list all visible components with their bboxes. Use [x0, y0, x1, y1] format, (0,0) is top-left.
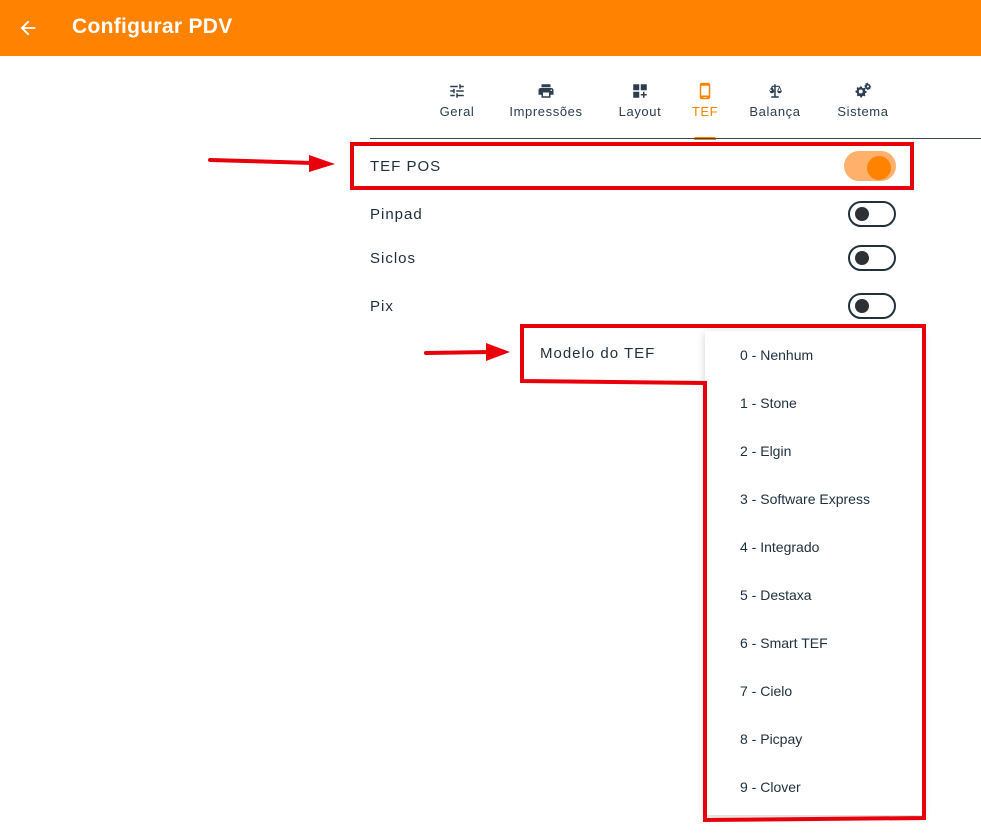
page-title: Configurar PDV	[72, 15, 233, 38]
setting-pinpad: Pinpad	[370, 196, 896, 232]
tab-geral[interactable]: Geral	[438, 82, 476, 140]
setting-pix: Pix	[370, 288, 896, 324]
tab-label: Sistema	[837, 104, 889, 119]
tef-model-option[interactable]: 3 - Software Express	[705, 475, 923, 523]
back-button[interactable]	[12, 12, 44, 44]
tab-label: Balança	[749, 104, 801, 119]
tef-model-option[interactable]: 8 - Picpay	[705, 715, 923, 763]
tab-impressoes[interactable]: Impressões	[506, 82, 586, 140]
gears-icon	[855, 82, 872, 98]
tef-model-option[interactable]: 5 - Destaxa	[705, 571, 923, 619]
toggle-knob	[855, 299, 869, 313]
annotation-arrow-icon	[424, 343, 510, 361]
tef-model-option[interactable]: 7 - Cielo	[705, 667, 923, 715]
dashboard-add-icon	[633, 84, 647, 98]
toggle-knob	[855, 207, 869, 221]
tef-model-option[interactable]: 6 - Smart TEF	[705, 619, 923, 667]
arrow-left-icon	[20, 20, 36, 36]
siclos-toggle[interactable]	[848, 245, 896, 271]
pix-toggle[interactable]	[848, 293, 896, 319]
tef-model-dropdown: 0 - Nenhum 1 - Stone 2 - Elgin 3 - Softw…	[705, 331, 923, 815]
setting-label: Siclos	[370, 249, 417, 267]
tef-pos-toggle[interactable]	[844, 151, 896, 181]
tab-tef[interactable]: TEF	[692, 82, 718, 140]
setting-label: Pix	[370, 297, 394, 315]
tab-label: TEF	[691, 104, 719, 119]
tab-sistema[interactable]: Sistema	[834, 82, 892, 140]
mobile-phone-icon	[699, 82, 711, 100]
tef-model-label[interactable]: Modelo do TEF	[540, 345, 655, 362]
annotation-arrow-icon	[208, 155, 335, 172]
setting-label: TEF POS	[370, 157, 442, 175]
tef-model-option[interactable]: 1 - Stone	[705, 379, 923, 427]
tab-label: Geral	[439, 104, 475, 119]
tab-balanca[interactable]: Balança	[746, 82, 804, 140]
toggle-knob	[867, 156, 891, 180]
setting-siclos: Siclos	[370, 240, 896, 276]
tab-label: Impressões	[509, 104, 583, 119]
pinpad-toggle[interactable]	[848, 201, 896, 227]
tef-model-option[interactable]: 2 - Elgin	[705, 427, 923, 475]
toggle-knob	[855, 251, 869, 265]
settings-tabs: Geral Impressões Layout TEF Balança Sist…	[0, 56, 981, 140]
tef-model-option[interactable]: 9 - Clover	[705, 763, 923, 811]
tef-model-option[interactable]: 0 - Nenhum	[705, 331, 923, 379]
scale-icon	[769, 84, 782, 98]
printer-icon	[538, 84, 554, 98]
tabs-divider	[370, 138, 981, 139]
tab-label: Layout	[618, 104, 662, 119]
app-bar: Configurar PDV	[0, 0, 981, 56]
tab-layout[interactable]: Layout	[616, 82, 664, 140]
tef-model-option[interactable]: 4 - Integrado	[705, 523, 923, 571]
setting-tef-pos: TEF POS	[370, 148, 896, 184]
sliders-icon	[450, 84, 464, 98]
setting-label: Pinpad	[370, 205, 423, 223]
